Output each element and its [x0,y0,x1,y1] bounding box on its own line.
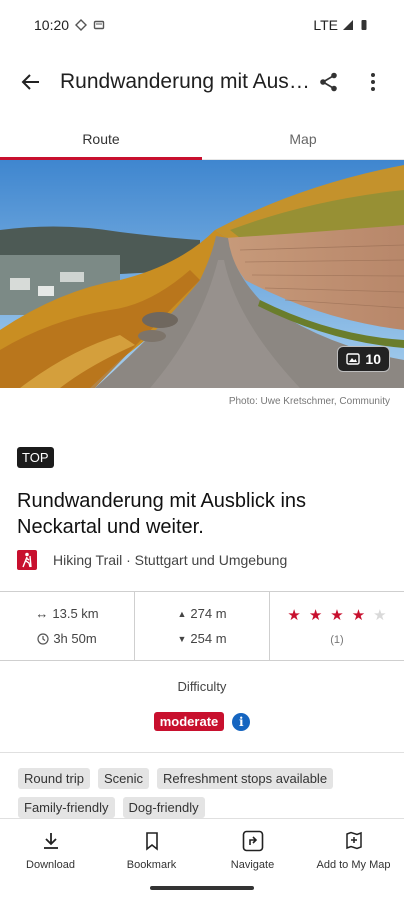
bookmark-label: Bookmark [126,859,177,871]
info-icon[interactable]: i [232,712,251,731]
category-label: Hiking Trail · Stuttgart und Umgebung [53,552,288,568]
ascent-value: 274 m [190,606,227,621]
tag: Refreshment stops available [157,768,334,789]
download-button[interactable]: Download [0,819,101,900]
distance-icon: ↔ [35,606,49,621]
app-bar: Rundwanderung mit Ausblick ins Neckartal… [0,52,404,112]
rating-stat[interactable]: ★ ★ ★ ★ ★ (1) [269,592,404,660]
notification-status-icon [93,20,105,30]
share-button[interactable] [312,65,346,99]
settings-status-icon [75,19,88,31]
star-icon: ★ [330,607,344,624]
photo-count-badge[interactable]: 10 [337,346,390,372]
route-photo[interactable]: 10 [0,160,404,388]
ascent-icon: ▲ [177,608,187,619]
add-to-my-map-button[interactable]: Add to My Map [303,819,404,900]
gallery-icon [346,353,361,365]
descent-icon: ▼ [177,633,187,644]
distance-duration-stat: ↔ 13.5 km 3h 50m [0,592,134,660]
clock-icon [37,632,49,645]
download-icon [43,833,58,849]
more-options-button[interactable] [356,65,390,99]
hiking-icon [17,550,37,570]
back-button[interactable] [14,65,48,99]
top-badge: TOP [17,447,54,468]
star-icon: ★ [308,607,323,624]
add-to-map-icon [345,831,362,850]
duration-value: 3h 50m [53,631,97,646]
distance-value: 13.5 km [52,606,99,621]
add-to-map-label: Add to My Map [316,859,391,871]
photo-credit: Photo: Uwe Kretschmer, Community [228,396,390,407]
route-stats: ↔ 13.5 km 3h 50m ▲ 274 m ▼ 254 m ★ ★ ★ ★ ★ (… [0,591,404,661]
tag: Round trip [18,768,90,789]
tag: Scenic [97,768,150,789]
difficulty-label: Difficulty [177,679,227,694]
star-icon: ★ [351,607,366,624]
bookmark-icon [145,832,158,851]
elevation-stat: ▲ 274 m ▼ 254 m [134,592,269,660]
share-icon [320,72,337,92]
rating-count: (1) [330,634,344,646]
difficulty-badge: moderate [153,712,225,731]
navigate-icon [242,830,263,852]
battery-icon [361,20,367,30]
tag: Family-friendly [18,797,115,818]
route-category: Hiking Trail · Stuttgart und Umgebung [17,550,287,570]
home-indicator [150,886,254,890]
tab-map[interactable]: Map [202,118,404,159]
status-time: 10:20 [34,17,70,33]
divider [0,752,404,753]
back-arrow-icon [21,74,39,90]
more-vert-icon [371,73,375,91]
status-bar: 10:20 LTE [0,0,404,50]
network-type: LTE [313,17,338,33]
tag-list: Round trip Scenic Refreshment stops avai… [18,768,394,818]
descent-value: 254 m [190,631,227,646]
tab-route[interactable]: Route [0,118,202,160]
tag: Dog-friendly [122,797,205,818]
signal-icon [343,20,353,30]
rating-stars: ★ ★ ★ ★ ★ [287,606,386,624]
tab-bar: Route Map [0,118,404,160]
photo-count: 10 [365,351,381,367]
download-label: Download [26,859,75,871]
navigate-label: Navigate [230,859,275,871]
star-icon: ★ [373,607,387,624]
star-icon: ★ [287,607,301,624]
route-title: Rundwanderung mit Ausblick ins Neckartal… [17,490,307,538]
page-title: Rundwanderung mit Ausblick ins Neckartal… [60,70,312,93]
difficulty-row: moderate i [0,712,404,731]
